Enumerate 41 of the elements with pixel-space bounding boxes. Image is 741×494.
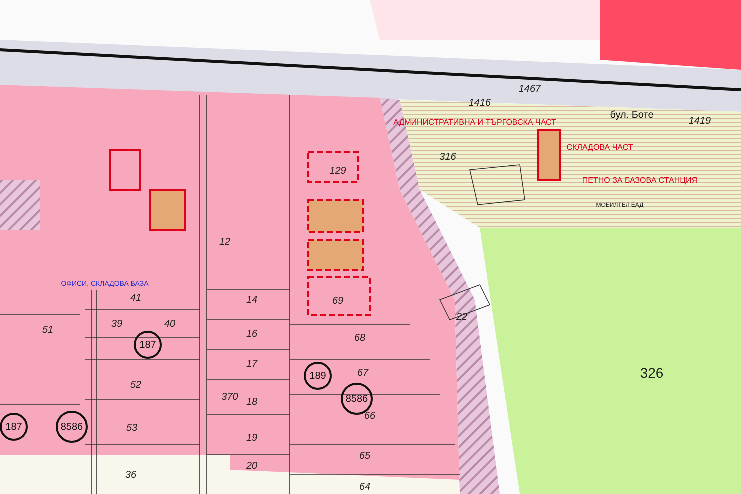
parcel-number: 1419 <box>688 116 712 127</box>
circle-mark <box>134 331 162 359</box>
parcel-number: 53 <box>126 423 138 434</box>
parcel-number: 18 <box>246 397 258 408</box>
parcel-number: 51 <box>42 325 54 336</box>
parcel-number: 69 <box>332 296 344 307</box>
parcel-number: 20 <box>246 461 258 472</box>
parcel-number: 14 <box>246 295 258 306</box>
street-label: бул. Боте <box>610 110 654 121</box>
parcel-number: 370 <box>222 392 238 403</box>
parcel-number: 16 <box>246 329 258 340</box>
parcel-number: 187 <box>140 340 156 351</box>
parcel-number: 41 <box>130 293 142 304</box>
parcel-number: 8586 <box>60 422 84 433</box>
parcel-number: 12 <box>219 237 231 248</box>
parcel-number: 40 <box>164 319 176 330</box>
parcel-number: 39 <box>111 319 123 330</box>
parcel-number: 22 <box>456 312 468 323</box>
parcel-number: 187 <box>6 422 22 433</box>
parcel-number: 129 <box>330 166 346 177</box>
parcel-number: 67 <box>357 368 369 379</box>
parcel-number: 52 <box>130 380 142 391</box>
parcel-number: 65 <box>359 451 371 462</box>
parcel-number: 316 <box>440 152 456 163</box>
parcel-number: 36 <box>125 470 137 481</box>
parcel-number: 17 <box>246 359 258 370</box>
parcel-number: 64 <box>359 482 371 493</box>
parcel-number: 66 <box>364 411 376 422</box>
zone-label: АДМИНИСТРАТИВНА И ТЪРГОВСКА ЧАСТ <box>394 118 556 127</box>
circle-mark <box>0 413 28 441</box>
parcel-number: 189 <box>310 371 326 382</box>
parcel-number: 1416 <box>468 98 492 109</box>
parcel-number: 19 <box>246 433 258 444</box>
circle-mark <box>56 411 88 443</box>
parcel-number: 68 <box>354 333 366 344</box>
zone-label: СКЛАДОВА ЧАСТ <box>566 143 634 152</box>
parcel-number: 8586 <box>346 394 368 405</box>
circle-mark <box>304 362 332 390</box>
zone-label: ПЕТНО ЗА БАЗОВА СТАНЦИЯ <box>582 176 698 185</box>
area-number: 326 <box>640 365 664 381</box>
parcel-number: 1467 <box>518 84 542 95</box>
